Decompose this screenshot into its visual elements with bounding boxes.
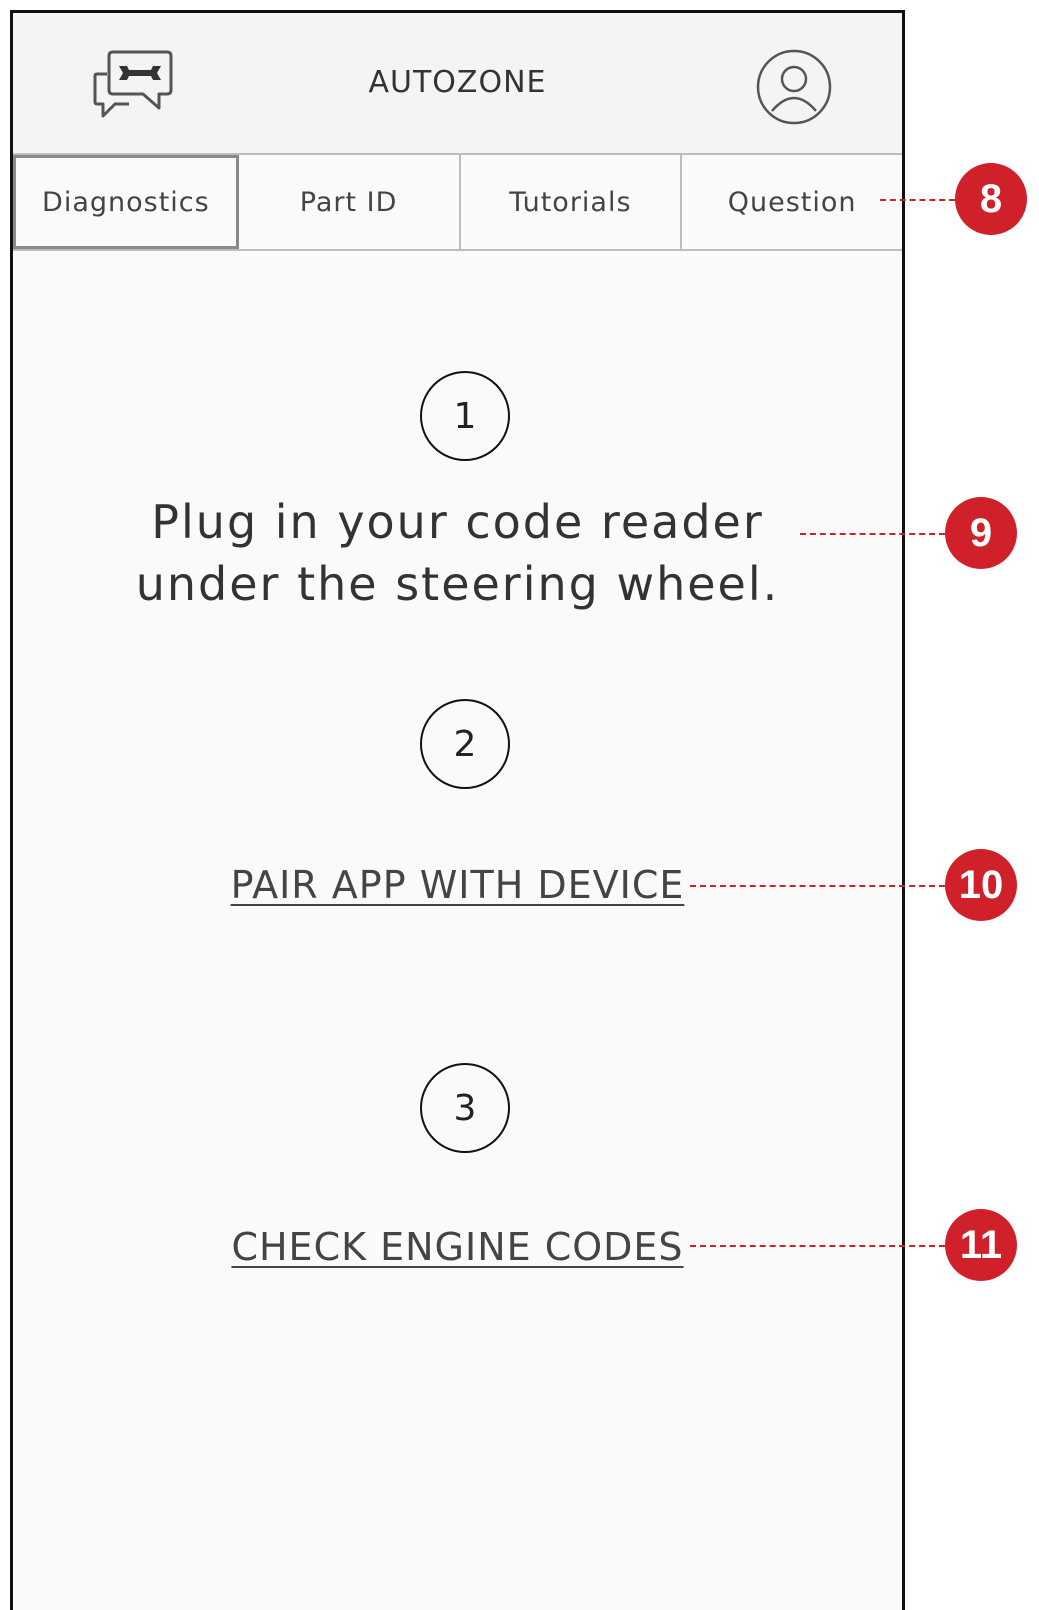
step-1-number: 1 — [420, 371, 510, 461]
tab-diagnostics[interactable]: Diagnostics — [13, 155, 239, 249]
callout-8-badge: 8 — [955, 163, 1027, 235]
phone-screen: AUTOZONE Diagnostics Part ID Tutorials Q… — [10, 10, 905, 1610]
tab-tutorials[interactable]: Tutorials — [461, 155, 683, 249]
instruction-line-2: under the steering wheel. — [135, 557, 780, 611]
check-engine-link-row: CHECK ENGINE CODES — [13, 1225, 902, 1269]
callout-8-line — [880, 199, 955, 201]
check-engine-codes-link[interactable]: CHECK ENGINE CODES — [231, 1225, 683, 1269]
callout-10-line — [690, 885, 945, 887]
callout-9-line — [800, 533, 945, 535]
step-3-number: 3 — [420, 1063, 510, 1153]
step-2-number: 2 — [420, 699, 510, 789]
profile-icon[interactable] — [756, 49, 832, 125]
callout-9-badge: 9 — [945, 497, 1017, 569]
tab-bar: Diagnostics Part ID Tutorials Question — [13, 155, 902, 251]
app-header: AUTOZONE — [13, 13, 902, 155]
callout-11-badge: 11 — [945, 1209, 1017, 1281]
instruction-line-1: Plug in your code reader — [151, 495, 764, 549]
callout-10-badge: 10 — [945, 849, 1017, 921]
tab-part-id[interactable]: Part ID — [239, 155, 461, 249]
tab-question[interactable]: Question — [682, 155, 902, 249]
pair-app-with-device-link[interactable]: PAIR APP WITH DEVICE — [231, 863, 685, 907]
step-1-instruction: Plug in your code reader under the steer… — [13, 491, 902, 615]
callout-11-line — [690, 1245, 945, 1247]
